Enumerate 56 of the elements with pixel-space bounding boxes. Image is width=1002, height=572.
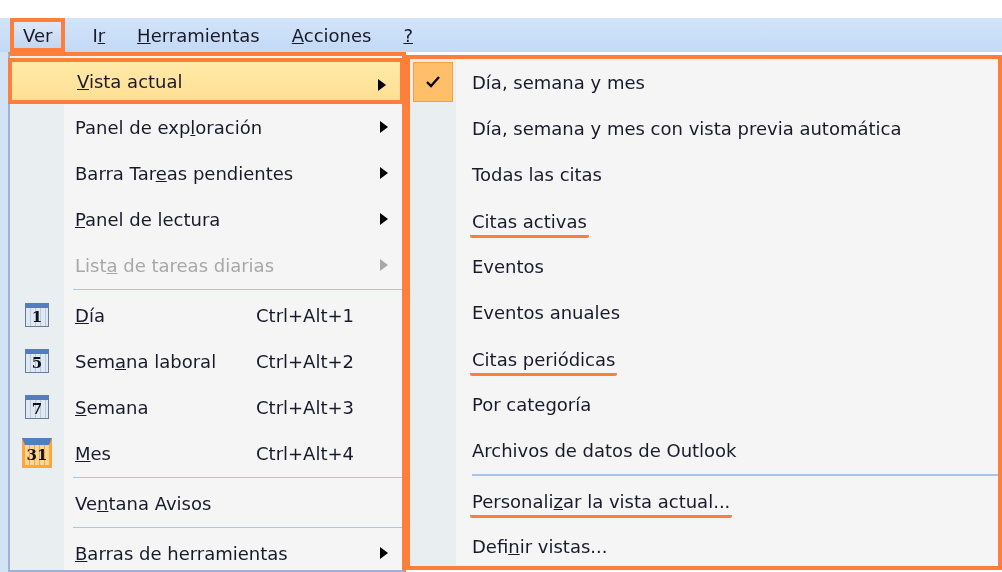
menu-item[interactable]: Día, semana y mes con vista previa automática [410, 105, 998, 151]
calendar-icon: 1 [25, 303, 49, 327]
item-label: Día, semana y mes [472, 71, 645, 93]
shortcut-label: Ctrl+Alt+1 [256, 304, 354, 326]
item-label: Archivos de datos de Outlook [472, 439, 737, 461]
menu-item[interactable]: Barras de herramientas [10, 530, 402, 572]
menu-bar-item[interactable]: Ir [79, 18, 119, 52]
menu-item[interactable]: Día, semana y mes [410, 59, 998, 105]
menu-item[interactable]: Eventos [410, 243, 998, 289]
menu-item[interactable]: Archivos de datos de Outlook [410, 427, 998, 473]
item-label: Mes [75, 442, 111, 464]
menu-item[interactable]: 31 Mes Ctrl+Alt+4 [10, 430, 402, 476]
menu-item[interactable]: Citas periódicas [410, 335, 998, 381]
menu-item[interactable]: Definir vistas... [410, 523, 998, 569]
calendar-icon: 31 [22, 438, 52, 468]
menu-item[interactable]: 5 Semana laboral Ctrl+Alt+2 [10, 338, 402, 384]
item-label: Citas periódicas [470, 349, 618, 376]
item-label: Día, semana y mes con vista previa automática [472, 117, 902, 139]
menu-item[interactable]: Citas activas [410, 197, 998, 243]
item-label: Citas activas [470, 211, 589, 238]
item-label: Barras de herramientas [75, 542, 288, 564]
menu-item[interactable]: Todas las citas [410, 151, 998, 197]
menu-item[interactable]: Barra Tareas pendientes [10, 150, 402, 196]
shortcut-label: Ctrl+Alt+3 [256, 396, 354, 418]
item-label: Definir vistas... [472, 535, 608, 557]
item-label: Panel de exploración [75, 116, 263, 138]
menu-item[interactable]: Por categoría [410, 381, 998, 427]
menu-bar-item[interactable]: Acciones [278, 18, 385, 52]
item-label: Personalizar la vista actual... [470, 491, 733, 518]
calendar-icon: 5 [25, 349, 49, 373]
menu-bar-item[interactable]: Ver [10, 18, 66, 52]
item-label: Panel de lectura [75, 208, 221, 230]
menu-item[interactable]: Eventos anuales [410, 289, 998, 335]
item-label: Lista de tareas diarias [75, 254, 274, 276]
menu-item[interactable]: Personalizar la vista actual... [410, 477, 998, 523]
item-label: Día [75, 304, 105, 326]
item-label: Eventos [472, 255, 544, 277]
item-label: Todas las citas [472, 163, 602, 185]
menu-item[interactable]: 7 Semana Ctrl+Alt+3 [10, 384, 402, 430]
shortcut-label: Ctrl+Alt+4 [256, 442, 354, 464]
menu-bar-item[interactable]: ? [390, 18, 426, 52]
menu-item[interactable]: Panel de lectura [10, 196, 402, 242]
menu-item[interactable]: Panel de exploración [10, 104, 402, 150]
item-label: Semana [75, 396, 149, 418]
menu-item[interactable]: Ventana Avisos [10, 480, 402, 526]
menu-bar-item[interactable]: Herramientas [124, 18, 273, 52]
shortcut-label: Ctrl+Alt+2 [256, 350, 354, 372]
item-label: Eventos anuales [472, 301, 620, 323]
menu-item[interactable]: Vista actual [8, 58, 404, 104]
item-label: Barra Tareas pendientes [75, 162, 294, 184]
item-label: Por categoría [472, 393, 592, 415]
item-label: Semana laboral [75, 350, 217, 372]
calendar-icon: 7 [25, 395, 49, 419]
item-label: Vista actual [77, 70, 183, 92]
menu-item[interactable]: 1 Día Ctrl+Alt+1 [10, 292, 402, 338]
item-label: Ventana Avisos [75, 492, 212, 514]
